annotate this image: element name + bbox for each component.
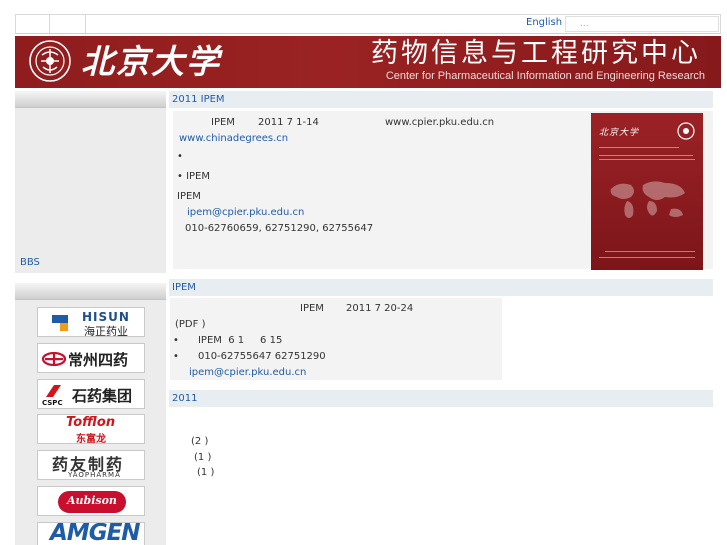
section-title: IPEM	[172, 282, 196, 293]
pku-emblem-icon	[29, 40, 71, 82]
cspc-text: 石药集团	[72, 387, 133, 405]
hisun-text: HISUN	[82, 310, 130, 324]
workshop-date: 2011 7 20-24	[346, 303, 414, 314]
cover-text-line	[599, 257, 695, 258]
bbs-link[interactable]: BBS	[20, 257, 40, 268]
registration-deadline: • IPEM 6 1 6 15	[173, 335, 283, 346]
aubison-text: Aubison	[67, 494, 117, 507]
yaopharma-subtext: YAOPHARMA	[68, 471, 121, 479]
section-title: 2011 IPEM	[172, 94, 225, 105]
cover-world-map-icon	[610, 181, 685, 218]
sponsor-logo-cspc[interactable]: CSPC 石药集团	[37, 379, 145, 409]
hisun-subtext: 海正药业	[84, 325, 128, 337]
pdf-note: (PDF )	[175, 319, 206, 330]
sidebar-panel-top: BBS	[15, 91, 166, 273]
panel-header	[15, 283, 166, 300]
cover-university-name: 北京大学	[599, 128, 640, 138]
panel-header	[15, 91, 166, 108]
search-input[interactable]	[565, 16, 719, 32]
contact-org: IPEM	[177, 191, 201, 202]
section-header-2011: 2011	[169, 390, 713, 407]
section-header-summer-school: 2011 IPEM	[169, 91, 713, 108]
brochure-cover-image[interactable]: 北京大学	[591, 113, 703, 270]
section-header-ipem: IPEM	[169, 279, 713, 296]
cover-text-line	[605, 251, 695, 252]
list-item[interactable]: (1 )	[197, 467, 214, 478]
chinadegrees-link[interactable]: www.chinadegrees.cn	[179, 133, 288, 144]
section-title: 2011	[172, 393, 198, 404]
list-item[interactable]: (1 )	[194, 452, 211, 463]
cspc-subtext: CSPC	[42, 399, 63, 407]
center-name-cn: 药物信息与工程研究中心	[371, 38, 701, 69]
cover-emblem-icon	[677, 122, 695, 140]
tofflon-text: Tofflon	[66, 415, 116, 430]
changzhou-mark-icon	[42, 352, 66, 366]
cover-text-line	[599, 155, 693, 156]
workshop-phone: • 010-62755647 62751290	[173, 351, 326, 362]
announcement-date: 2011 7 1-14	[258, 117, 319, 128]
hisun-mark-icon	[50, 313, 70, 333]
tofflon-subtext: 东富龙	[76, 434, 106, 444]
sponsor-logo-hisun[interactable]: HISUN 海正药业	[37, 307, 145, 337]
sponsor-panel: HISUN 海正药业 常州四药 CSPC 石药集团 Tofflon 东富龙 药友…	[15, 283, 166, 545]
top-utility-bar: English	[15, 14, 721, 34]
cover-text-line	[599, 159, 695, 160]
bullet-item-ipem: • IPEM	[177, 171, 211, 182]
announcement-org: IPEM	[211, 117, 235, 128]
announcement-website: www.cpier.pku.edu.cn	[385, 117, 495, 128]
topbar-cell	[16, 15, 50, 33]
cover-text-line	[599, 147, 679, 148]
cspc-mark-icon	[46, 385, 61, 397]
contact-email-link[interactable]: ipem@cpier.pku.edu.cn	[187, 207, 304, 218]
section-content-ipem: IPEM 2011 7 20-24 (PDF ) • IPEM 6 1 6 15…	[170, 298, 502, 380]
university-name: 北京大学	[81, 42, 221, 81]
english-language-link[interactable]: English	[526, 17, 562, 28]
topbar-cell	[50, 15, 86, 33]
workshop-org: IPEM	[300, 303, 324, 314]
sponsor-logo-changzhou-siyao[interactable]: 常州四药	[37, 343, 145, 373]
sponsor-logo-yaopharma[interactable]: 药友制药 YAOPHARMA	[37, 450, 145, 480]
amgen-text: AMGEN	[50, 522, 141, 545]
site-banner: 北京大学 药物信息与工程研究中心 Center for Pharmaceutic…	[15, 36, 721, 88]
list-item[interactable]: (2 )	[191, 436, 208, 447]
contact-phone: 010-62760659, 62751290, 62755647	[185, 223, 374, 234]
sponsor-logo-amgen[interactable]: AMGEN	[37, 522, 145, 545]
changzhou-text: 常州四药	[68, 351, 129, 369]
bullet-item: •	[177, 151, 183, 162]
sponsor-logo-aubison[interactable]: Aubison	[37, 486, 145, 516]
workshop-email-link[interactable]: ipem@cpier.pku.edu.cn	[189, 367, 306, 378]
sponsor-logo-tofflon[interactable]: Tofflon 东富龙	[37, 414, 145, 444]
center-name-en: Center for Pharmaceutical Information an…	[385, 70, 705, 82]
